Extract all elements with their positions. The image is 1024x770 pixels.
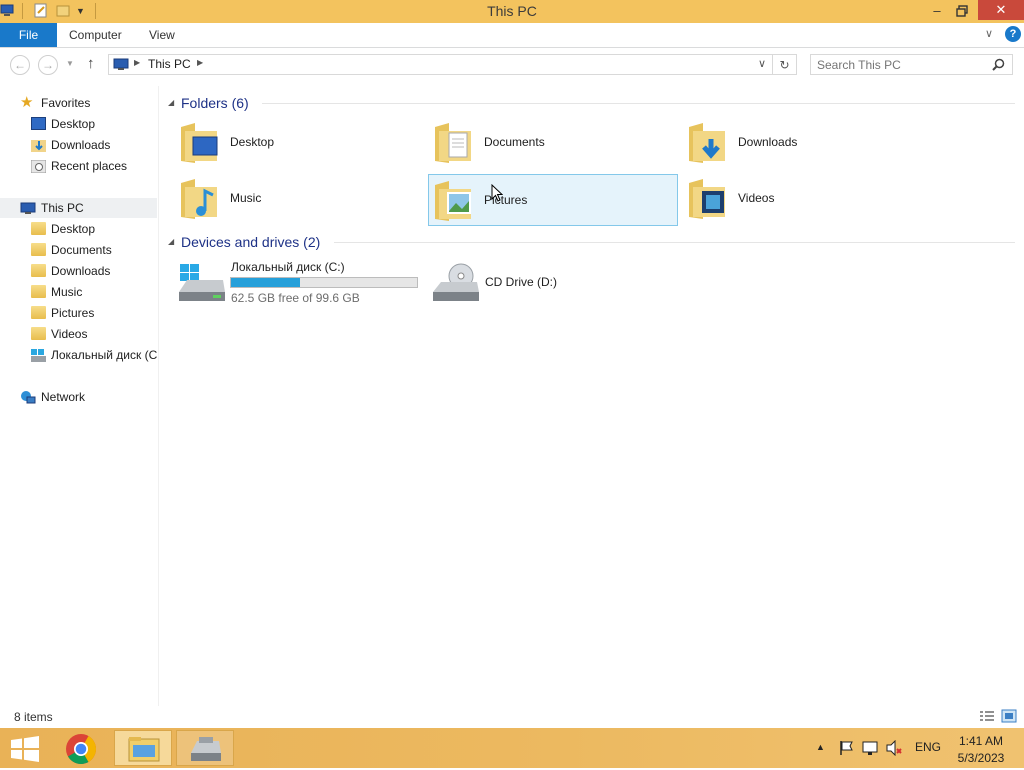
expand-ribbon-icon[interactable]: ∨ [985, 27, 993, 40]
downloads-folder-icon [31, 264, 46, 277]
folder-music[interactable]: Music [175, 173, 425, 225]
nav-network[interactable]: Network [0, 387, 157, 407]
recent-locations-icon[interactable]: ▼ [66, 59, 74, 68]
folder-desktop[interactable]: Desktop [175, 117, 425, 169]
drive-usage-bar [230, 277, 418, 288]
folder-pictures[interactable]: Pictures [428, 174, 678, 226]
folder-videos[interactable]: Videos [683, 173, 933, 225]
show-hidden-icons-icon[interactable]: ▲ [816, 742, 825, 752]
volume-muted-icon[interactable] [886, 739, 902, 759]
music-folder-icon [31, 285, 46, 298]
drives-divider [334, 242, 1015, 243]
nav-favorites[interactable]: ★ Favorites [0, 93, 157, 113]
large-icons-view-icon[interactable] [1001, 709, 1017, 726]
desktop-icon [31, 117, 46, 130]
music-folder-icon [179, 177, 219, 221]
chrome-icon[interactable] [64, 732, 98, 769]
nav-this-pc-desktop[interactable]: Desktop [0, 219, 157, 239]
downloads-folder-icon [687, 121, 727, 165]
windows-start-icon[interactable] [10, 736, 40, 765]
breadcrumb-this-pc[interactable]: This PC [148, 57, 191, 71]
network-tray-icon[interactable] [862, 740, 878, 759]
nav-favorites-desktop[interactable]: Desktop [0, 114, 157, 134]
nav-this-pc[interactable]: This PC [0, 198, 157, 218]
forward-button[interactable]: → [38, 55, 58, 75]
drive-usage-fill [231, 278, 301, 287]
breadcrumb-separator-icon[interactable]: ▶ [197, 58, 203, 67]
drive-tool-taskbar-button[interactable] [176, 730, 234, 766]
this-pc-icon [113, 58, 129, 74]
videos-folder-icon [687, 177, 727, 221]
drives-collapse-icon[interactable]: ◢ [168, 237, 174, 246]
up-button[interactable]: ↑ [87, 55, 95, 72]
nav-this-pc-local-disk[interactable]: Локальный диск (C [0, 345, 157, 365]
clock-date: 5/3/2023 [957, 751, 1005, 765]
mouse-cursor-icon [491, 183, 504, 205]
this-pc-icon [20, 201, 36, 214]
cd-drive-icon [431, 262, 481, 309]
drive-name: CD Drive (D:) [485, 275, 557, 289]
windows-drive-icon [177, 262, 227, 309]
file-explorer-icon [128, 737, 160, 762]
drive-free-space: 62.5 GB free of 99.6 GB [231, 291, 360, 305]
pictures-folder-icon [31, 306, 46, 319]
pictures-folder-icon [433, 179, 473, 223]
breadcrumb-separator-icon[interactable]: ▶ [134, 58, 140, 67]
tab-file[interactable]: File [0, 23, 57, 47]
nav-this-pc-downloads[interactable]: Downloads [0, 261, 157, 281]
address-bar[interactable]: ▶ This PC ▶ ∨ [108, 54, 773, 75]
drive-cd-d[interactable]: CD Drive (D:) [429, 258, 679, 310]
restore-button[interactable] [947, 0, 977, 22]
nav-this-pc-pictures[interactable]: Pictures [0, 303, 157, 323]
tab-computer[interactable]: Computer [57, 23, 134, 47]
title-bar: ▼ This PC – ✕ [0, 0, 1024, 23]
drive-name: Локальный диск (C:) [231, 260, 345, 274]
network-icon [20, 390, 36, 404]
nav-this-pc-music[interactable]: Music [0, 282, 157, 302]
drive-tool-icon [191, 737, 221, 761]
language-indicator[interactable]: ENG [915, 740, 941, 754]
address-dropdown-icon[interactable]: ∨ [758, 57, 766, 70]
folders-group-header[interactable]: Folders (6) [181, 95, 249, 111]
documents-folder-icon [433, 121, 473, 165]
search-box[interactable] [810, 54, 1013, 75]
search-input[interactable] [817, 56, 987, 73]
videos-folder-icon [31, 327, 46, 340]
folder-downloads[interactable]: Downloads [683, 117, 933, 169]
nav-favorites-downloads[interactable]: Downloads [0, 135, 157, 155]
desktop-folder-icon [31, 222, 46, 235]
navigation-pane: ★ Favorites Desktop Downloads Recent pla… [0, 86, 159, 706]
nav-favorites-recent-places[interactable]: Recent places [0, 156, 157, 176]
nav-this-pc-documents[interactable]: Documents [0, 240, 157, 260]
help-icon[interactable]: ? [1005, 26, 1021, 42]
close-button[interactable]: ✕ [978, 0, 1024, 20]
drives-group-header[interactable]: Devices and drives (2) [181, 234, 320, 250]
search-icon[interactable] [992, 58, 1005, 74]
folder-documents[interactable]: Documents [429, 117, 679, 169]
folders-collapse-icon[interactable]: ◢ [168, 98, 174, 107]
refresh-button[interactable]: ↻ [773, 54, 797, 75]
ribbon-tabs: File Computer View ∨ ? [0, 23, 1024, 48]
nav-this-pc-videos[interactable]: Videos [0, 324, 157, 344]
action-center-flag-icon[interactable] [838, 740, 854, 759]
desktop-folder-icon [179, 121, 219, 165]
status-item-count: 8 items [14, 710, 53, 724]
drive-local-disk-c[interactable]: Локальный диск (C:) 62.5 GB free of 99.6… [175, 258, 425, 310]
star-icon: ★ [20, 94, 34, 111]
details-view-icon[interactable] [979, 710, 995, 725]
tab-view[interactable]: View [137, 23, 187, 47]
downloads-icon [31, 138, 46, 152]
window-title: This PC [487, 3, 537, 19]
recent-places-icon [30, 159, 47, 174]
back-button[interactable]: ← [10, 55, 30, 75]
local-disk-icon [31, 348, 46, 362]
folders-divider [262, 103, 1015, 104]
clock-time: 1:41 AM [958, 734, 1004, 748]
documents-folder-icon [31, 243, 46, 256]
clock[interactable]: 1:41 AM 5/3/2023 [952, 733, 1010, 767]
file-explorer-taskbar-button[interactable] [114, 730, 172, 766]
